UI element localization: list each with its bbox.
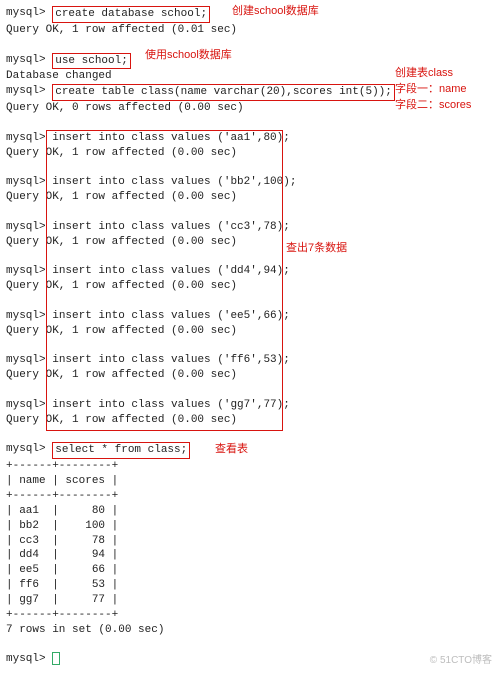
inserts-section: mysql> insert into class values ('aa1',8… [6, 131, 494, 428]
cmd-insert: insert into class values ('ff6',53); [52, 354, 290, 366]
table-row: | ff6 | 53 | [6, 578, 494, 593]
cmd-insert: insert into class values ('aa1',80); [52, 132, 290, 144]
res-insert: Query OK, 1 row affected (0.00 sec) [6, 235, 494, 250]
prompt: mysql> [6, 221, 46, 233]
anno-create-db: 创建school数据库 [232, 4, 319, 19]
prompt: mysql> [6, 399, 46, 411]
prompt: mysql> [6, 132, 46, 144]
cmd-create-db: create database school; [52, 6, 210, 23]
res-insert: Query OK, 1 row affected (0.00 sec) [6, 146, 494, 161]
table-header: | name | scores | [6, 474, 494, 489]
table-footer: 7 rows in set (0.00 sec) [6, 623, 494, 638]
cmd-select: select * from class; [52, 442, 190, 459]
cmd-insert-line: mysql> insert into class values ('ff6',5… [6, 353, 494, 368]
prompt: mysql> [6, 265, 46, 277]
table-row: | gg7 | 77 | [6, 593, 494, 608]
res-create-db: Query OK, 1 row affected (0.01 sec) [6, 23, 494, 38]
cmd-insert: insert into class values ('ee5',66); [52, 310, 290, 322]
cmd-insert-line: mysql> insert into class values ('aa1',8… [6, 131, 494, 146]
cmd-insert: insert into class values ('dd4',94); [52, 265, 290, 277]
final-prompt-line: mysql> [6, 652, 494, 667]
res-insert: Query OK, 1 row affected (0.00 sec) [6, 368, 494, 383]
watermark: © 51CTO博客 [430, 654, 492, 668]
table-border: +------+--------+ [6, 489, 494, 504]
prompt: mysql> [6, 176, 46, 188]
cmd-select-line: mysql> select * from class; [6, 442, 494, 459]
prompt: mysql> [6, 653, 46, 665]
anno-create-tbl-2: 字段一：name [395, 82, 467, 97]
res-insert: Query OK, 1 row affected (0.00 sec) [6, 324, 494, 339]
cmd-create-tbl: create table class(name varchar(20),scor… [52, 84, 395, 101]
cmd-insert-line: mysql> insert into class values ('gg7',7… [6, 398, 494, 413]
cmd-insert-line: mysql> insert into class values ('bb2',1… [6, 175, 494, 190]
table-row: | bb2 | 100 | [6, 519, 494, 534]
anno-select: 查看表 [215, 442, 248, 457]
cmd-insert: insert into class values ('cc3',78); [52, 221, 290, 233]
table-row: | aa1 | 80 | [6, 504, 494, 519]
cursor-icon [52, 652, 60, 665]
res-insert: Query OK, 1 row affected (0.00 sec) [6, 413, 494, 428]
prompt: mysql> [6, 7, 46, 19]
prompt: mysql> [6, 443, 46, 455]
cmd-insert-line: mysql> insert into class values ('cc3',7… [6, 220, 494, 235]
cmd-insert-line: mysql> insert into class values ('ee5',6… [6, 309, 494, 324]
anno-create-tbl-3: 字段二：scores [395, 98, 471, 113]
table-row: | dd4 | 94 | [6, 548, 494, 563]
table-row: | ee5 | 66 | [6, 563, 494, 578]
cmd-insert: insert into class values ('bb2',100); [52, 176, 296, 188]
anno-inserts: 查出7条数据 [286, 241, 347, 256]
anno-use: 使用school数据库 [145, 48, 232, 63]
res-insert: Query OK, 1 row affected (0.00 sec) [6, 190, 494, 205]
table-row: | cc3 | 78 | [6, 534, 494, 549]
cmd-insert: insert into class values ('gg7',77); [52, 399, 290, 411]
table-border: +------+--------+ [6, 459, 494, 474]
table-border: +------+--------+ [6, 608, 494, 623]
cmd-use: use school; [52, 53, 131, 70]
res-insert: Query OK, 1 row affected (0.00 sec) [6, 279, 494, 294]
prompt: mysql> [6, 354, 46, 366]
prompt: mysql> [6, 54, 46, 66]
anno-create-tbl-1: 创建表class [395, 66, 453, 81]
prompt: mysql> [6, 310, 46, 322]
prompt: mysql> [6, 85, 46, 97]
cmd-insert-line: mysql> insert into class values ('dd4',9… [6, 264, 494, 279]
